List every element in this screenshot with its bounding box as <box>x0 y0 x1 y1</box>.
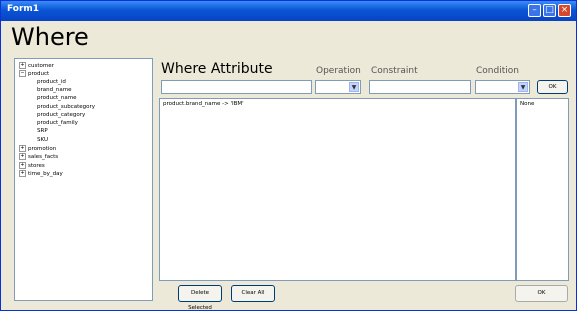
tree-item-product-id[interactable]: product_id <box>37 79 66 85</box>
expand-icon[interactable]: + <box>19 62 26 69</box>
condition-label: Condition <box>476 66 519 76</box>
tree-item-product-name[interactable]: product_name <box>37 95 77 101</box>
tree-node-customer[interactable]: + customer <box>19 62 54 69</box>
expand-icon[interactable]: + <box>19 161 26 169</box>
tree-node-time-by-day[interactable]: + time_by_day <box>19 169 63 177</box>
tree-item-brand-name[interactable]: brand_name <box>37 87 71 93</box>
tree-label: sales_facts <box>28 154 59 161</box>
tree-label: promotion <box>28 146 57 152</box>
expand-icon[interactable]: + <box>19 153 26 161</box>
where-attribute-title: Where Attribute <box>161 61 273 77</box>
title-bar[interactable]: Form1 – □ × <box>1 1 576 21</box>
list-item[interactable]: None <box>520 101 534 107</box>
tree-label: product_subcategory <box>37 103 96 110</box>
tree-label: product_family <box>37 120 78 127</box>
tree-label: SRP <box>37 128 48 135</box>
operation-label: Operation <box>316 66 361 76</box>
tree-item-product-category[interactable]: product_category <box>37 112 85 118</box>
constraint-label: Constraint <box>371 66 418 76</box>
tree-item-product-subcategory[interactable]: product_subcategory <box>37 104 95 110</box>
chevron-down-icon[interactable]: ▼ <box>349 82 359 92</box>
tree-node-promotion[interactable]: + promotion <box>19 145 56 152</box>
tree-item-sku[interactable]: SKU <box>37 137 48 143</box>
operation-dropdown[interactable]: ▼ <box>315 80 361 94</box>
attribute-field[interactable] <box>161 80 312 94</box>
tree-node-product[interactable]: − product <box>19 70 50 78</box>
collapse-icon[interactable]: − <box>19 70 26 78</box>
main-window: Form1 – □ × Where + customer − product produ… <box>0 0 577 311</box>
expand-icon[interactable]: + <box>19 169 26 177</box>
ok-button[interactable]: OK <box>515 285 568 302</box>
logic-list[interactable]: None <box>516 98 569 281</box>
close-icon[interactable]: × <box>558 4 571 17</box>
tree-label: time_by_day <box>28 170 63 177</box>
tree-label: product_id <box>37 78 66 85</box>
condition-dropdown[interactable]: ▼ <box>475 80 530 94</box>
tree-label: SKU <box>37 136 48 143</box>
clear-all-button[interactable]: Clear All <box>231 285 275 302</box>
tree-label: product <box>28 71 50 78</box>
list-item[interactable]: product.brand_name -> 'IBM' <box>163 101 244 107</box>
tree-label: product_name <box>37 95 77 102</box>
minimize-icon[interactable]: – <box>528 4 541 17</box>
maximize-icon[interactable]: □ <box>543 4 556 17</box>
window-title: Form1 <box>7 4 40 14</box>
tree-node-sales-facts[interactable]: + sales_facts <box>19 153 59 161</box>
tree-item-srp[interactable]: SRP <box>37 128 48 134</box>
constraint-field[interactable] <box>369 80 471 94</box>
tree-label: product_category <box>37 111 86 118</box>
conditions-list[interactable]: product.brand_name -> 'IBM' <box>159 98 516 281</box>
ok-add-button[interactable]: OK <box>537 80 568 94</box>
tree-node-stores[interactable]: + stores <box>19 161 45 169</box>
expand-icon[interactable]: + <box>19 145 26 152</box>
page-title: Where <box>11 23 89 51</box>
tree-label: customer <box>28 63 54 69</box>
tree-item-product-family[interactable]: product_family <box>37 120 78 126</box>
tree-label: brand_name <box>37 86 72 93</box>
tree-label: stores <box>28 162 45 169</box>
table-tree-view[interactable]: + customer − product product_id brand_name pro… <box>14 58 153 301</box>
delete-selected-button[interactable]: Delete Selected <box>178 285 222 310</box>
chevron-down-icon[interactable]: ▼ <box>518 82 528 92</box>
